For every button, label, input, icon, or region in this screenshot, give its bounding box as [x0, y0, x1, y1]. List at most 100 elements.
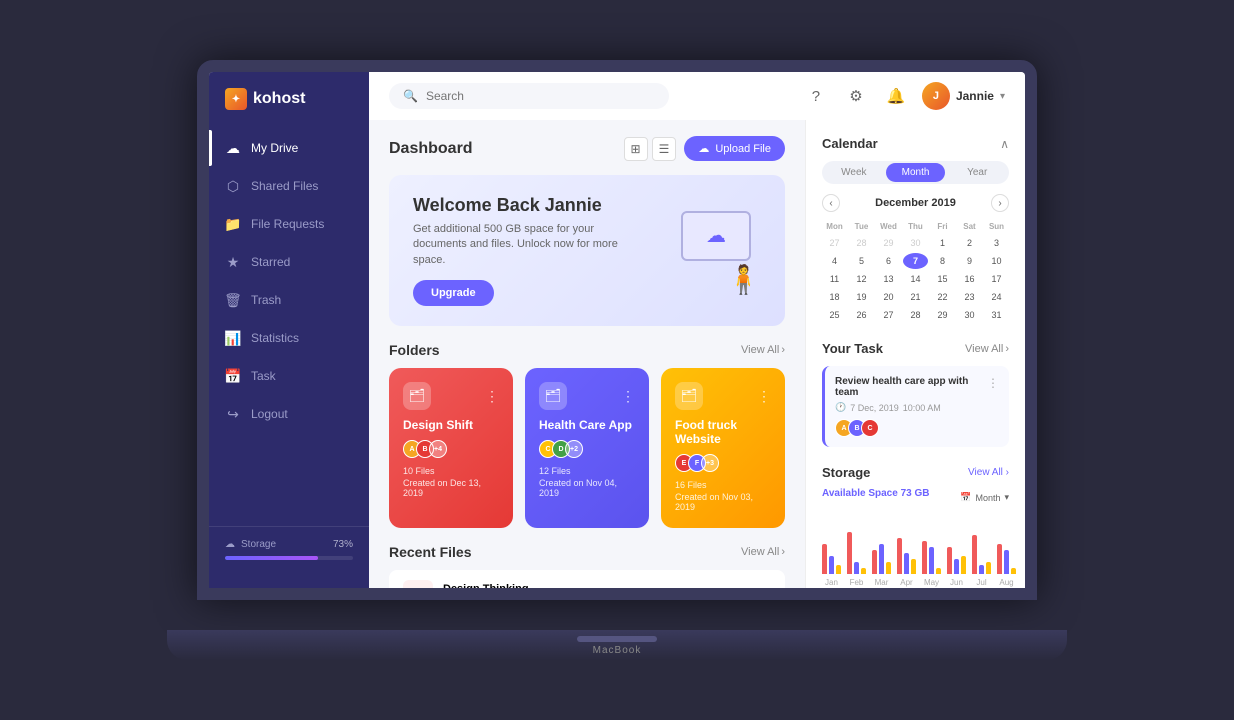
sidebar-item-logout[interactable]: ↪ Logout [209, 396, 369, 432]
prev-month-button[interactable]: ‹ [822, 194, 840, 212]
illustration-figure: 🧍 [726, 263, 761, 296]
upload-file-button[interactable]: ☁ Upload File [684, 136, 785, 161]
folder-top: 🗂 ⋮ [675, 382, 771, 410]
task-section: Your Task View All › Review health care … [822, 341, 1009, 447]
calendar-day[interactable]: 19 [849, 289, 874, 305]
calendar-day[interactable]: 27 [876, 307, 901, 323]
calendar-day[interactable]: 4 [822, 253, 847, 269]
calendar-day[interactable]: 6 [876, 253, 901, 269]
bar-group [947, 547, 966, 574]
folder-card-design-shift[interactable]: 🗂 ⋮ Design Shift A B +4 1 [389, 368, 513, 528]
folder-menu-icon[interactable]: ⋮ [621, 388, 635, 405]
folder-name: Design Shift [403, 418, 499, 432]
share-icon[interactable]: ↗ [739, 587, 750, 588]
notifications-icon[interactable]: 🔔 [882, 82, 910, 110]
search-input[interactable] [426, 89, 655, 103]
calendar-day[interactable]: 1 [930, 235, 955, 251]
storage-available-label: Available Space 73 GB [822, 488, 929, 499]
recent-files-section: Recent Files View All › PDF Design Think… [389, 544, 785, 588]
chevron-right-icon: › [781, 344, 785, 356]
sidebar-item-file-requests[interactable]: 📁 File Requests [209, 206, 369, 242]
illustration-screen: ☁ [681, 211, 751, 261]
calendar-day[interactable]: 29 [876, 235, 901, 251]
calendar-day[interactable]: 16 [957, 271, 982, 287]
trash-icon: 🗑 [225, 292, 241, 308]
day-header: Sat [957, 220, 982, 233]
calendar-day[interactable]: 26 [849, 307, 874, 323]
tab-week[interactable]: Week [824, 163, 884, 182]
task-view-all[interactable]: View All › [965, 343, 1009, 355]
sidebar-label-statistics: Statistics [251, 331, 299, 345]
sidebar-item-starred[interactable]: ★ Starred [209, 244, 369, 280]
bar-blue [829, 556, 834, 574]
calendar-day[interactable]: 31 [984, 307, 1009, 323]
calendar-day[interactable]: 12 [849, 271, 874, 287]
upload-label: Upload File [715, 143, 771, 155]
calendar-day[interactable]: 8 [930, 253, 955, 269]
calendar-day[interactable]: 28 [849, 235, 874, 251]
star-icon: ★ [225, 254, 241, 270]
calendar-day[interactable]: 30 [957, 307, 982, 323]
task-icon: 📅 [225, 368, 241, 384]
task-header: Your Task View All › [822, 341, 1009, 356]
calendar-day[interactable]: 29 [930, 307, 955, 323]
calendar-day[interactable]: 9 [957, 253, 982, 269]
calendar-day[interactable]: 27 [822, 235, 847, 251]
calendar-day[interactable]: 20 [876, 289, 901, 305]
sidebar-item-my-drive[interactable]: ☁ My Drive [209, 130, 369, 166]
calendar-day-today[interactable]: 7 [903, 253, 928, 269]
folder-card-health-care[interactable]: 🗂 ⋮ Health Care App C D +2 [525, 368, 649, 528]
folder-top: 🗂 ⋮ [539, 382, 635, 410]
sidebar-item-task[interactable]: 📅 Task [209, 358, 369, 394]
calendar-day[interactable]: 28 [903, 307, 928, 323]
more-icon[interactable]: ⋮ [758, 587, 771, 588]
chart-x-label: Jul [976, 578, 986, 587]
list-view-button[interactable]: ☰ [652, 137, 677, 161]
folder-card-food-truck[interactable]: 🗂 ⋮ Food truck Website E F +3 [661, 368, 785, 528]
task-meta: 🕐 7 Dec, 2019 10:00 AM [835, 402, 999, 413]
bar-yellow [986, 562, 991, 574]
bar-group [997, 544, 1016, 574]
task-menu-icon[interactable]: ⋮ [987, 376, 999, 402]
folder-name: Food truck Website [675, 418, 771, 446]
sidebar-item-shared-files[interactable]: ⬡ Shared Files [209, 168, 369, 204]
calendar-day[interactable]: 11 [822, 271, 847, 287]
folder-menu-icon[interactable]: ⋮ [485, 388, 499, 405]
grid-view-button[interactable]: ⊞ [624, 137, 648, 161]
calendar-day[interactable]: 14 [903, 271, 928, 287]
calendar-day[interactable]: 21 [903, 289, 928, 305]
calendar-day[interactable]: 25 [822, 307, 847, 323]
calendar-day[interactable]: 5 [849, 253, 874, 269]
settings-icon[interactable]: ⚙ [842, 82, 870, 110]
calendar-day[interactable]: 10 [984, 253, 1009, 269]
calendar-day[interactable]: 17 [984, 271, 1009, 287]
user-info[interactable]: J Jannie ▾ [922, 82, 1005, 110]
calendar-day[interactable]: 13 [876, 271, 901, 287]
calendar-day[interactable]: 23 [957, 289, 982, 305]
tab-month[interactable]: Month [886, 163, 946, 182]
calendar-day[interactable]: 15 [930, 271, 955, 287]
calendar-collapse-icon[interactable]: ∧ [1000, 137, 1009, 151]
calendar-day[interactable]: 18 [822, 289, 847, 305]
sidebar-item-trash[interactable]: 🗑 Trash [209, 282, 369, 318]
tab-year[interactable]: Year [947, 163, 1007, 182]
add-icon[interactable]: + [724, 587, 732, 588]
calendar-day[interactable]: 2 [957, 235, 982, 251]
calendar-day[interactable]: 22 [930, 289, 955, 305]
calendar-day[interactable]: 24 [984, 289, 1009, 305]
sidebar-item-statistics[interactable]: 📊 Statistics [209, 320, 369, 356]
files-view-all[interactable]: View All › [741, 546, 785, 558]
files-header: Recent Files View All › [389, 544, 785, 560]
folder-menu-icon[interactable]: ⋮ [757, 388, 771, 405]
folder-meta: 10 Files Created on Dec 13, 2019 [403, 466, 499, 498]
storage-filter[interactable]: 📅 Month ▾ [960, 492, 1009, 503]
storage-view-all[interactable]: View All › [968, 467, 1009, 478]
calendar-day[interactable]: 30 [903, 235, 928, 251]
page-title: Dashboard [389, 140, 473, 158]
help-icon[interactable]: ? [802, 82, 830, 110]
upgrade-button[interactable]: Upgrade [413, 280, 494, 306]
folders-view-all[interactable]: View All › [741, 344, 785, 356]
chart-bar-group: Apr [897, 538, 916, 587]
calendar-day[interactable]: 3 [984, 235, 1009, 251]
next-month-button[interactable]: › [991, 194, 1009, 212]
